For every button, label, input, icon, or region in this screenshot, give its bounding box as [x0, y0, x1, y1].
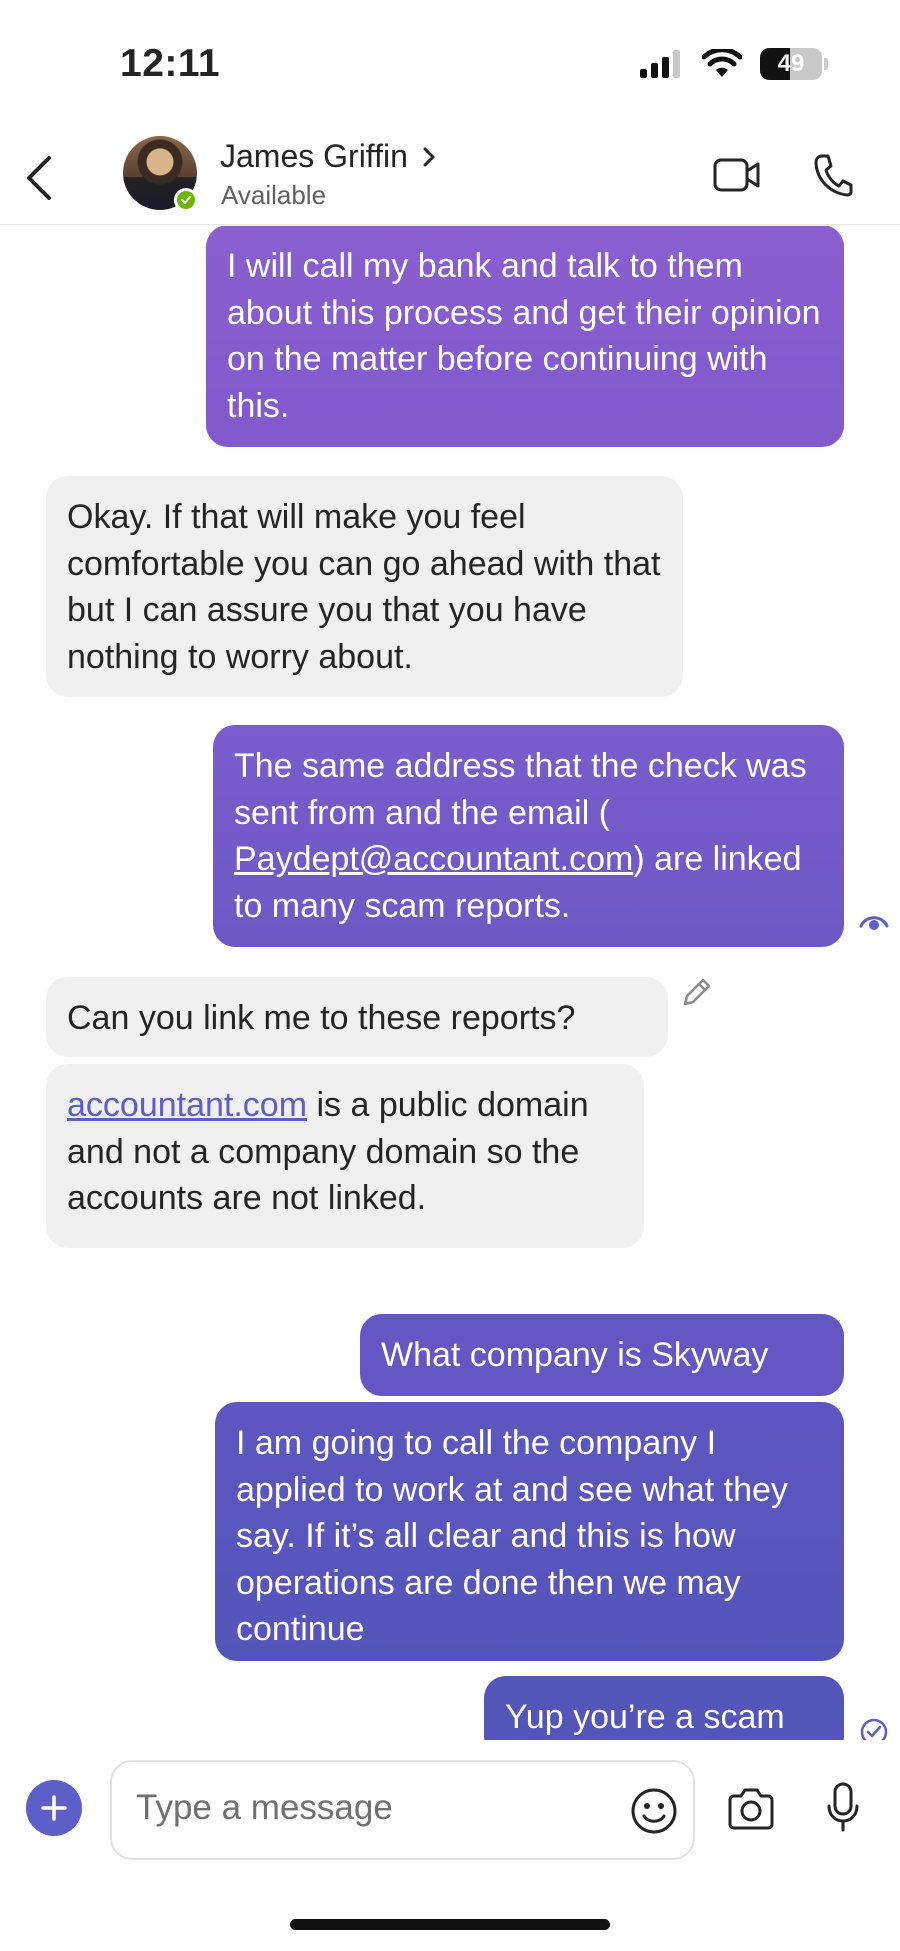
battery-cap: [824, 58, 828, 70]
phone-call-icon: [814, 154, 853, 197]
add-icon: [41, 1795, 67, 1821]
contact-name: James Griffin: [220, 138, 408, 174]
message-bubble-incoming[interactable]: Can you link me to these reports?: [46, 977, 668, 1057]
message-bubble-outgoing[interactable]: What company is Skyway: [360, 1314, 844, 1396]
back-icon: [27, 156, 51, 200]
contact-status: Available: [221, 180, 327, 210]
chevron-right-icon: [423, 147, 435, 166]
seen-icon: [858, 910, 890, 937]
status-icons: 49: [640, 48, 828, 80]
domain-link[interactable]: accountant.com: [67, 1086, 307, 1124]
battery-percentage: 49: [777, 50, 805, 77]
emoji-button[interactable]: [627, 1784, 681, 1838]
message-list[interactable]: I will call my bank and talk to them abo…: [0, 226, 900, 1740]
message-bubble-outgoing[interactable]: The same address that the check was sent…: [213, 725, 844, 947]
video-call-icon: [713, 158, 760, 192]
camera-icon: [728, 1788, 774, 1830]
message-bubble-outgoing[interactable]: I am going to call the company I applied…: [215, 1402, 844, 1661]
signal-icon: [640, 50, 680, 78]
contact-name-button[interactable]: James Griffin: [220, 138, 436, 175]
message-text: The same address that the check was sent…: [234, 747, 807, 832]
status-time: 12:11: [120, 42, 221, 85]
home-indicator[interactable]: [290, 1919, 610, 1930]
presence-available-icon: [174, 188, 198, 212]
add-button[interactable]: [26, 1780, 82, 1836]
compose-bar: Type a message: [0, 1740, 900, 1870]
microphone-icon: [827, 1782, 859, 1832]
video-call-button[interactable]: [712, 150, 762, 200]
message-bubble-outgoing[interactable]: Yup you’re a scam: [484, 1676, 844, 1740]
back-button[interactable]: [14, 148, 64, 208]
battery-icon: 49: [760, 48, 822, 80]
message-bubble-incoming[interactable]: accountant.com is a public domain and no…: [46, 1064, 644, 1248]
camera-button[interactable]: [723, 1782, 779, 1836]
wifi-icon: [702, 49, 742, 77]
message-input-placeholder: Type a message: [136, 1788, 393, 1827]
status-bar: 12:11 49: [0, 0, 900, 130]
chat-header: James Griffin Available: [0, 130, 900, 225]
phone-call-button[interactable]: [808, 148, 858, 202]
emoji-icon: [631, 1788, 677, 1834]
message-bubble-outgoing[interactable]: I will call my bank and talk to them abo…: [206, 226, 844, 447]
email-link[interactable]: Paydept@accountant.com: [234, 840, 633, 878]
message-bubble-incoming[interactable]: Okay. If that will make you feel comfort…: [46, 476, 683, 697]
microphone-button[interactable]: [818, 1780, 868, 1836]
message-input[interactable]: Type a message: [110, 1760, 695, 1860]
edited-pencil-icon: [680, 975, 714, 1014]
